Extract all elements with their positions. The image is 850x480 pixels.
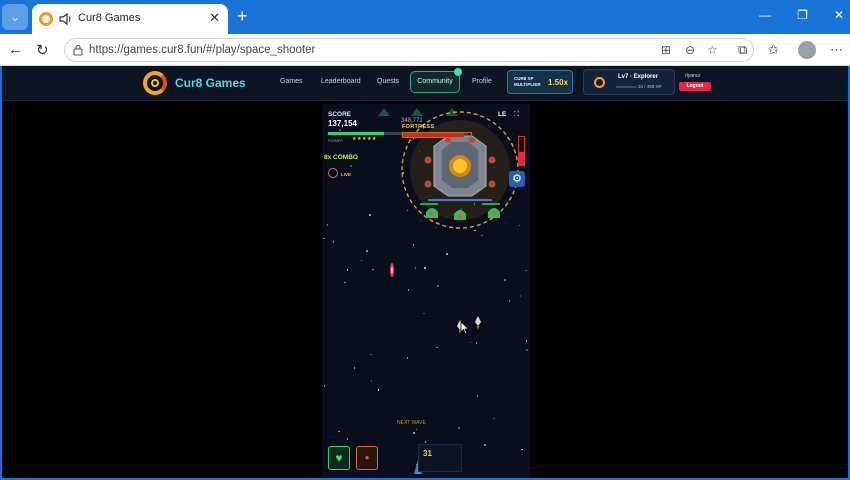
- back-arrow-icon[interactable]: ←: [8, 41, 23, 58]
- heart-button[interactable]: ♥: [328, 446, 350, 470]
- logo-center: [151, 79, 159, 87]
- new-tab-button[interactable]: +: [237, 6, 248, 27]
- wave-text: NEXT WAVE: [397, 420, 426, 426]
- nav-profile[interactable]: Profile: [472, 78, 492, 85]
- address-bar[interactable]: https://games.cur8.fun/#/play/space_shoo…: [64, 38, 754, 62]
- ammo-panel: 31: [418, 444, 462, 472]
- multiplier-label: CUR8 XP MULTIPLIER: [514, 76, 541, 87]
- notification-dot: [454, 68, 462, 76]
- live-text: LIVE: [341, 172, 352, 177]
- lock-icon[interactable]: [73, 44, 83, 56]
- fullscreen-icon[interactable]: ⛶: [514, 111, 519, 119]
- stat-label: POWER: [328, 138, 344, 143]
- bomb-icon: ●: [364, 453, 370, 462]
- score-label: SCORE: [328, 111, 352, 118]
- favicon-icon: [39, 12, 53, 26]
- star-rating: ★★★★★: [352, 136, 377, 142]
- mouse-cursor-icon: [460, 321, 470, 335]
- speaker-icon[interactable]: [58, 12, 72, 26]
- xp-text: 34 / 458 XP: [638, 84, 662, 89]
- tab-title: Cur8 Games: [78, 12, 141, 24]
- web-page: Cur8 Games Games Leaderboard Quests Comm…: [2, 66, 848, 478]
- boss-name: FORTRESS: [402, 124, 435, 130]
- username: rlyanur: [685, 73, 701, 79]
- bomb-button[interactable]: ●: [356, 446, 378, 470]
- window-controls: — ❐ ✕: [759, 8, 844, 22]
- zoom-icon[interactable]: ⊖: [685, 43, 695, 57]
- nav-leaderboard[interactable]: Leaderboard: [321, 78, 361, 85]
- url-text[interactable]: https://games.cur8.fun/#/play/space_shoo…: [89, 44, 315, 56]
- power-bar: [328, 132, 384, 135]
- boss-health-fill: [403, 133, 465, 137]
- gear-icon[interactable]: ⚙: [509, 171, 525, 187]
- level-tag: LE: [498, 111, 507, 118]
- live-icon: [328, 168, 338, 178]
- favorite-star-icon[interactable]: ☆: [707, 43, 718, 57]
- restore-button[interactable]: ❐: [797, 8, 808, 22]
- ammo-count: 31: [423, 449, 432, 458]
- level-text: Lv7 · Explorer: [618, 74, 659, 80]
- tab-close-button[interactable]: ✕: [209, 10, 220, 26]
- combo-text: 8x COMBO: [324, 154, 358, 161]
- logout-button[interactable]: Logout: [679, 82, 711, 91]
- boss-health-bar: [402, 132, 472, 138]
- level-badge-icon: [594, 77, 605, 88]
- xp-multiplier-badge: CUR8 XP MULTIPLIER 1.50x: [507, 70, 573, 94]
- site-header: Cur8 Games Games Leaderboard Quests Comm…: [2, 66, 848, 101]
- enemy-ships-top: [378, 108, 458, 116]
- site-name[interactable]: Cur8 Games: [175, 76, 246, 90]
- enemy-missile: [390, 263, 394, 277]
- side-energy-bar: [518, 136, 525, 166]
- game-canvas[interactable]: SCORE 137,154 LE ⛶ 348,771 FORTRESS POWE…: [322, 104, 530, 478]
- level-panel[interactable]: Lv7 · Explorer 34 / 458 XP: [583, 69, 675, 95]
- refresh-icon[interactable]: ↻: [36, 41, 49, 59]
- close-window-button[interactable]: ✕: [834, 8, 844, 22]
- tab-actions-menu-button[interactable]: ⌄: [2, 4, 28, 30]
- browser-tab[interactable]: Cur8 Games ✕: [32, 4, 228, 34]
- score-value: 137,154: [328, 119, 357, 128]
- nav-community[interactable]: Community: [410, 71, 460, 93]
- favorites-icon[interactable]: ✩: [768, 42, 779, 58]
- browser-navbar: ← ↻ https://games.cur8.fun/#/play/space_…: [0, 34, 850, 66]
- nav-games[interactable]: Games: [280, 78, 303, 85]
- profile-avatar[interactable]: [798, 41, 816, 59]
- xp-progress-bar: [616, 86, 636, 88]
- app-available-icon[interactable]: ⊞: [661, 43, 671, 57]
- side-energy-fill: [519, 152, 524, 165]
- chevron-down-icon: ⌄: [10, 11, 20, 24]
- heart-icon: ♥: [335, 451, 343, 465]
- browser-tabbar: ⌄ Cur8 Games ✕ + — ❐ ✕: [0, 0, 850, 34]
- nav-quests[interactable]: Quests: [377, 78, 399, 85]
- extensions-icon[interactable]: ⧉: [738, 42, 747, 58]
- multiplier-value: 1.50x: [548, 78, 569, 87]
- minimize-button[interactable]: —: [759, 8, 771, 22]
- more-menu-icon[interactable]: ⋯: [830, 42, 843, 58]
